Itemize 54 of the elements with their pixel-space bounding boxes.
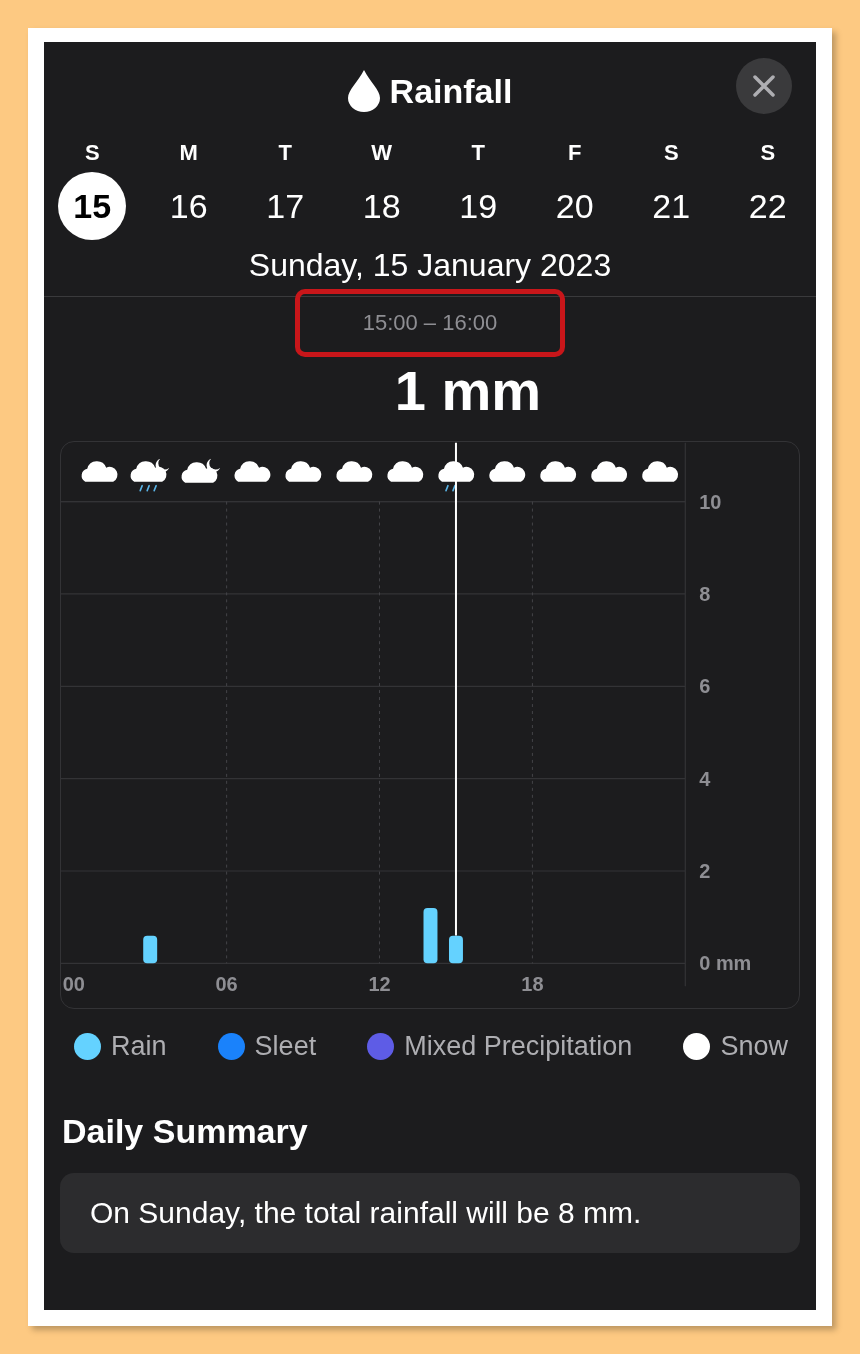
cloud-icon bbox=[234, 461, 271, 482]
cloud-rain-icon bbox=[438, 461, 475, 492]
full-date: Sunday, 15 January 2023 bbox=[44, 240, 816, 297]
date-button[interactable]: 18 bbox=[347, 172, 416, 240]
weekday-label: W bbox=[371, 139, 393, 167]
rain-bar bbox=[423, 907, 438, 964]
rain-bar bbox=[143, 935, 158, 964]
rainfall-amount: 1 mm bbox=[393, 361, 543, 421]
x-axis-label: 12 bbox=[368, 973, 391, 996]
date-button[interactable]: 16 bbox=[154, 172, 223, 240]
legend-label: Sleet bbox=[254, 1031, 317, 1062]
legend-label: Mixed Precipitation bbox=[404, 1031, 633, 1062]
cloud-icon bbox=[336, 461, 373, 482]
cloud-icon bbox=[489, 461, 526, 482]
close-icon bbox=[753, 75, 775, 97]
close-button[interactable] bbox=[736, 58, 792, 114]
date-button[interactable]: 22 bbox=[733, 172, 802, 240]
y-axis-label: 8 bbox=[699, 582, 711, 605]
weekday-label: T bbox=[471, 139, 485, 167]
cloud-icon bbox=[285, 461, 322, 482]
x-axis-label: 06 bbox=[215, 973, 238, 996]
date-button[interactable]: 15 bbox=[58, 172, 127, 240]
y-axis-label: 4 bbox=[699, 767, 711, 790]
title: Rainfall bbox=[389, 71, 513, 111]
cloud-icon bbox=[642, 461, 679, 482]
summary-text: On Sunday, the total rainfall will be 8 mm. bbox=[90, 1196, 642, 1230]
date-button[interactable]: 17 bbox=[251, 172, 320, 240]
date-button[interactable]: 20 bbox=[540, 172, 609, 240]
date-button[interactable]: 19 bbox=[444, 172, 513, 240]
weekday-label: F bbox=[568, 139, 582, 167]
cloud-moon-icon bbox=[181, 458, 221, 483]
x-axis-label: 18 bbox=[521, 973, 544, 996]
cloud-icon bbox=[387, 461, 424, 482]
weekday-label: M bbox=[179, 139, 198, 167]
y-axis-label: 2 bbox=[699, 860, 711, 882]
weekday-label: T bbox=[278, 139, 292, 167]
y-axis-label: 6 bbox=[699, 675, 711, 698]
raindrop-icon bbox=[347, 70, 380, 112]
y-axis-label: 0 mm bbox=[699, 952, 752, 975]
weekday-label: S bbox=[663, 139, 679, 167]
cloud-moon-rain-icon bbox=[130, 458, 170, 492]
weekday-label: S bbox=[84, 139, 100, 167]
cloud-icon bbox=[540, 461, 577, 482]
cloud-icon bbox=[591, 461, 628, 482]
section-title: Daily Summary bbox=[62, 1112, 309, 1151]
y-axis-label: 10 bbox=[699, 490, 722, 513]
x-axis-label: 00 bbox=[62, 973, 85, 996]
weekday-label: S bbox=[760, 139, 776, 167]
time-range: 15:00 – 16:00 bbox=[295, 289, 565, 357]
date-button[interactable]: 21 bbox=[637, 172, 706, 240]
legend-label: Rain bbox=[111, 1031, 167, 1062]
cloud-icon bbox=[81, 461, 118, 482]
legend-label: Snow bbox=[720, 1031, 788, 1062]
rain-bar bbox=[449, 935, 463, 964]
